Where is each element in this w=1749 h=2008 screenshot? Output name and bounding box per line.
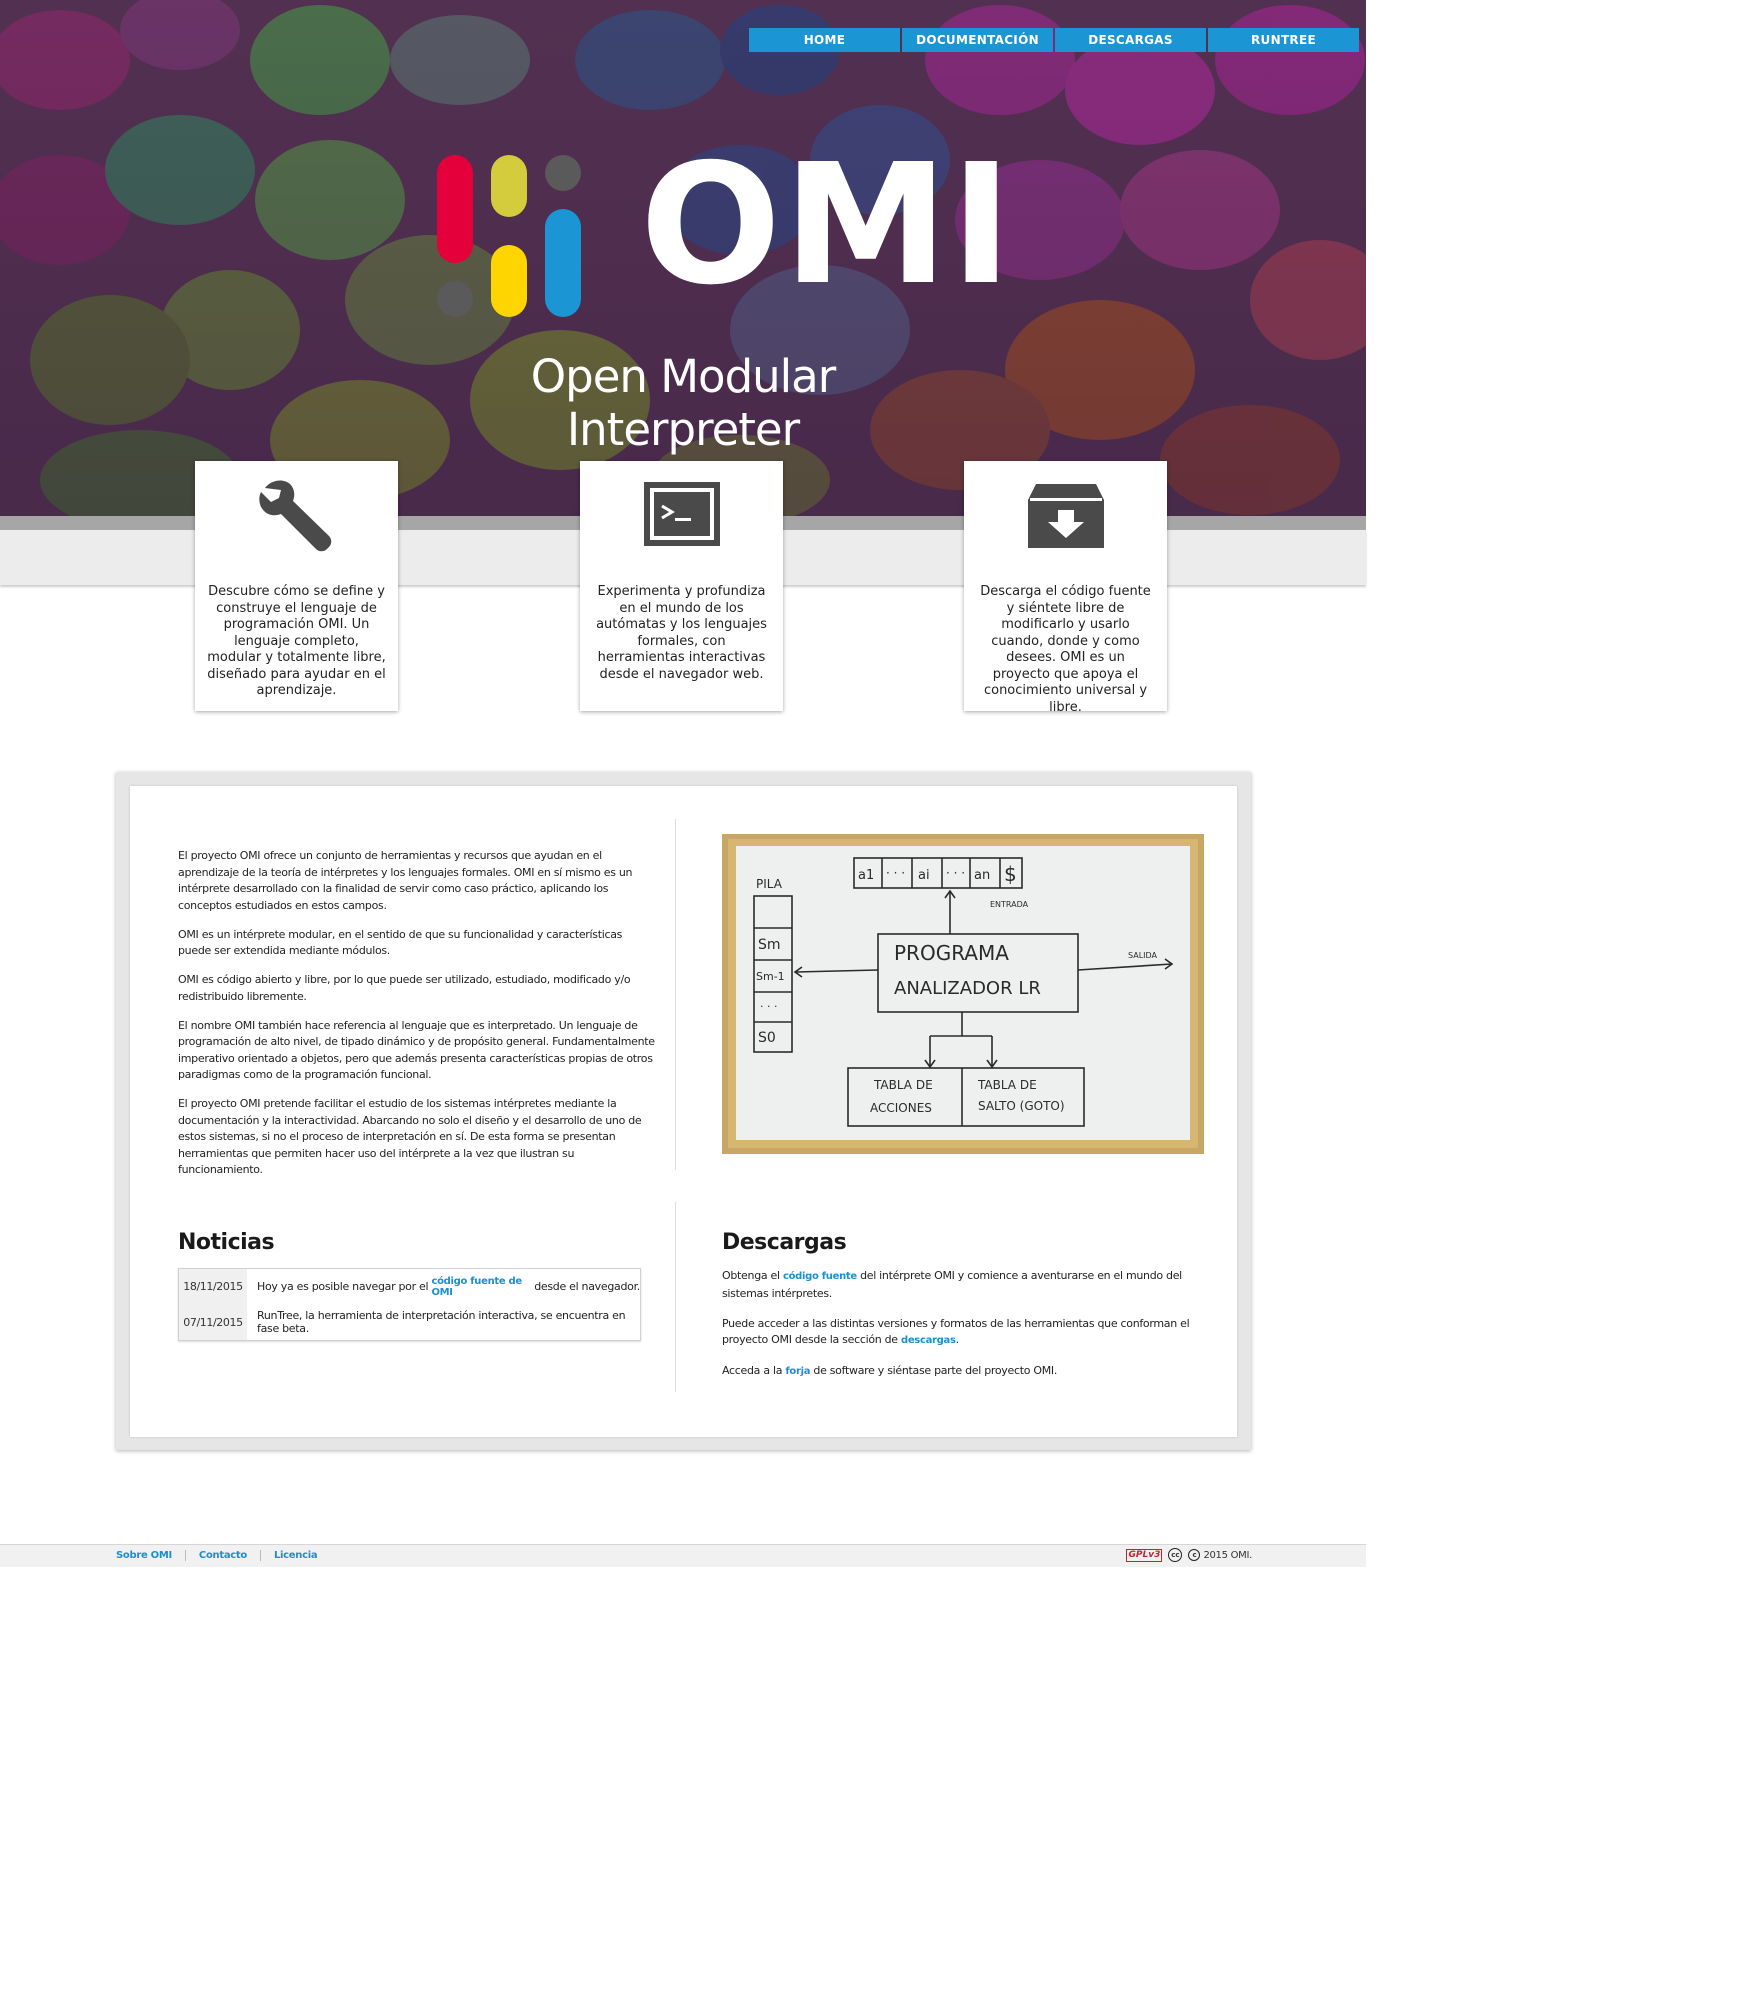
downloads-paragraph: Acceda a la forja de software y siéntase… <box>722 1363 1204 1381</box>
news-title: Noticias <box>178 1230 275 1255</box>
intro-paragraph: OMI es un intérprete modular, en el sent… <box>178 927 623 958</box>
wb-acciones-1: TABLA DE <box>873 1078 933 1092</box>
intro-paragraph: El proyecto OMI pretende facilitar el es… <box>178 1097 642 1176</box>
feature-card-download[interactable]: Descarga el código fuente y siéntete lib… <box>964 461 1167 715</box>
downloads-link[interactable]: descargas <box>901 1335 956 1346</box>
nav-descargas[interactable]: DESCARGAS <box>1055 28 1206 52</box>
news-date: 18/11/2015 <box>179 1269 247 1305</box>
news-date: 07/11/2015 <box>179 1304 247 1340</box>
hero-banner: HOME DOCUMENTACIÓN DESCARGAS RUNTREE OMI… <box>0 0 1366 516</box>
copyright-icon: c <box>1188 1549 1201 1561</box>
logo-bar-red <box>437 155 473 263</box>
intro-paragraph: OMI es código abierto y libre, por lo qu… <box>178 973 631 1003</box>
intro-paragraph: El nombre OMI también hace referencia al… <box>178 1018 655 1082</box>
logo-bar-yellow <box>491 245 527 317</box>
table-row: 18/11/2015 Hoy ya es posible navegar por… <box>179 1269 640 1305</box>
logo-text: OMI <box>640 129 1015 322</box>
wb-salto-1: TABLA DE <box>977 1078 1037 1092</box>
wb-input-an: an <box>974 868 990 883</box>
gpl-badge-icon[interactable]: GPLv3 <box>1126 1548 1163 1562</box>
source-code-link[interactable]: código fuente de OMI <box>431 1276 531 1298</box>
creative-commons-icon[interactable]: cc <box>1168 1548 1183 1562</box>
lr-parser-whiteboard-image: PILA a1 · · · ai · · · an $ ENTRADA Sm S… <box>722 834 1204 1154</box>
logo-bar-blue <box>545 209 581 317</box>
intro-paragraph: El proyecto OMI ofrece un conjunto de he… <box>178 849 633 912</box>
wb-acciones-2: ACCIONES <box>870 1101 932 1115</box>
column-divider <box>675 819 676 1170</box>
copyright-notice: c 2015 OMI. <box>1188 1549 1252 1561</box>
wb-input-a1: a1 <box>858 868 874 883</box>
wb-analizador: ANALIZADOR LR <box>894 978 1041 999</box>
nav-documentacion[interactable]: DOCUMENTACIÓN <box>902 28 1053 52</box>
copyright-text: 2015 OMI. <box>1203 1549 1252 1561</box>
wb-programa: PROGRAMA <box>894 941 1009 965</box>
wb-stack-dots: · · · <box>760 1000 777 1013</box>
footer-link-about[interactable]: Sobre OMI <box>116 1550 185 1561</box>
download-box-icon <box>1027 484 1104 548</box>
forge-link[interactable]: forja <box>785 1366 810 1377</box>
news-text-before: Hoy ya es posible navegar por el <box>257 1280 432 1294</box>
footer-license-badges: GPLv3 cc c 2015 OMI. <box>1126 1548 1252 1562</box>
intro-text: El proyecto OMI ofrece un conjunto de he… <box>178 848 658 1191</box>
text-fragment: Obtenga el <box>722 1269 783 1282</box>
news-text-after: desde el navegador. <box>531 1280 640 1294</box>
footer-link-contact[interactable]: Contacto <box>184 1550 260 1561</box>
feature-text: Experimenta y profundiza en el mundo de … <box>596 584 767 682</box>
hero-subtitle: Open Modular Interpreter <box>530 350 837 456</box>
terminal-icon <box>643 482 720 546</box>
nav-runtree[interactable]: RUNTREE <box>1208 28 1359 52</box>
feature-text: Descubre cómo se define y construye el l… <box>207 584 386 698</box>
wb-input-end: $ <box>1004 862 1017 886</box>
wrench-icon <box>258 480 331 552</box>
wb-stack-sm1: Sm-1 <box>756 970 785 983</box>
source-code-link[interactable]: código fuente <box>783 1271 857 1282</box>
downloads-title: Descargas <box>722 1230 847 1255</box>
downloads-paragraph: Puede acceder a las distintas versiones … <box>722 1316 1204 1350</box>
wb-input-dots: · · · <box>946 866 965 880</box>
logo-dot-grey-top <box>545 155 581 191</box>
news-table: 18/11/2015 Hoy ya es posible navegar por… <box>178 1268 641 1341</box>
news-text: RunTree, la herramienta de interpretació… <box>247 1305 640 1341</box>
text-fragment: . <box>955 1333 960 1346</box>
wb-stack-sm: Sm <box>758 937 781 953</box>
wb-entrada: ENTRADA <box>990 900 1029 909</box>
logo-dot-grey <box>437 281 473 317</box>
table-row: 07/11/2015 RunTree, la herramienta de in… <box>179 1304 640 1341</box>
feature-text: Descarga el código fuente y siéntete lib… <box>980 584 1151 715</box>
logo-bar-olive <box>491 155 527 217</box>
feature-card-interactive[interactable]: Experimenta y profundiza en el mundo de … <box>580 461 783 711</box>
text-fragment: Acceda a la <box>722 1364 786 1377</box>
wb-stack-s0: S0 <box>758 1030 776 1046</box>
footer-link-license[interactable]: Licencia <box>259 1550 330 1561</box>
wb-pila: PILA <box>756 877 783 891</box>
footer-links: Sobre OMI Contacto Licencia <box>116 1550 330 1561</box>
news-text: Hoy ya es posible navegar por el código … <box>247 1269 640 1305</box>
column-divider <box>675 1202 676 1392</box>
wb-salto-2: SALTO (GOTO) <box>978 1099 1065 1113</box>
feature-card-language[interactable]: Descubre cómo se define y construye el l… <box>195 461 398 711</box>
downloads-paragraph: Obtenga el código fuente del intérprete … <box>722 1268 1204 1302</box>
wb-input-ai: ai <box>918 868 930 883</box>
news-text-before: RunTree, la herramienta de interpretació… <box>257 1309 626 1336</box>
downloads-text: Obtenga el código fuente del intérprete … <box>722 1268 1204 1394</box>
text-fragment: de software y siéntase parte del proyect… <box>810 1364 1058 1377</box>
wb-input-dots: · · · <box>886 866 905 880</box>
wb-salida: SALIDA <box>1128 951 1158 960</box>
top-navigation: HOME DOCUMENTACIÓN DESCARGAS RUNTREE <box>749 28 1359 52</box>
nav-home[interactable]: HOME <box>749 28 900 52</box>
